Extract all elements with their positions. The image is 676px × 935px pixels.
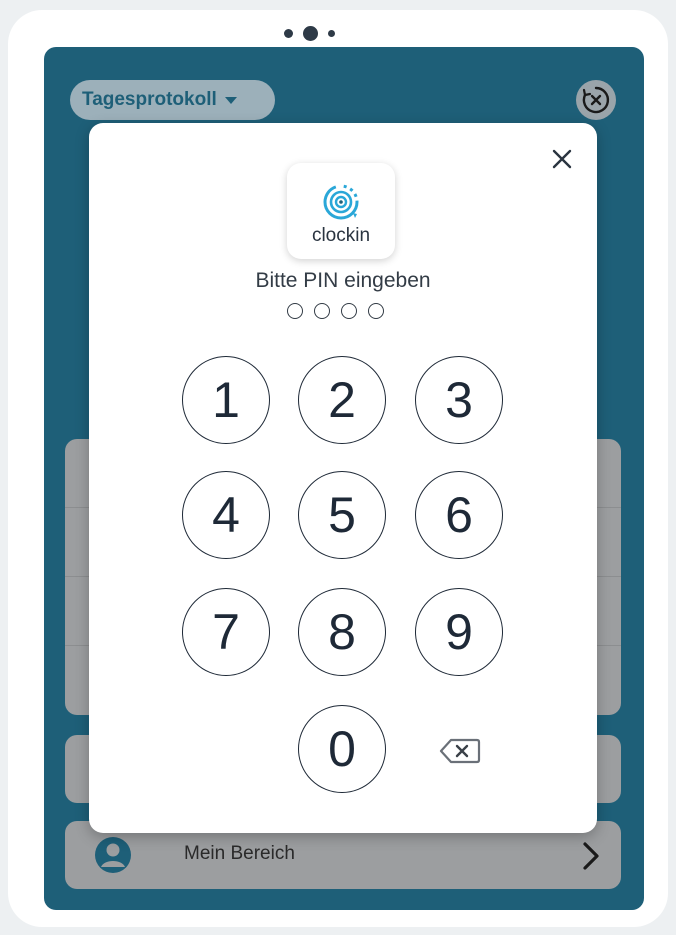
page-dot-active[interactable] bbox=[303, 25, 318, 41]
pin-dialog: clockin Bitte PIN eingeben 1 2 3 4 5 6 7… bbox=[89, 123, 597, 833]
timer-cancel-icon bbox=[582, 86, 610, 114]
report-type-label: Tagesprotokoll bbox=[82, 89, 217, 110]
backspace-icon[interactable] bbox=[438, 736, 482, 766]
pin-dot bbox=[287, 303, 303, 319]
key-9[interactable]: 9 bbox=[415, 588, 503, 676]
pin-prompt: Bitte PIN eingeben bbox=[255, 269, 431, 292]
clockin-logo-icon bbox=[323, 184, 359, 220]
key-8[interactable]: 8 bbox=[298, 588, 386, 676]
clockin-logo: clockin bbox=[287, 163, 395, 259]
page-indicator bbox=[284, 23, 335, 43]
timer-cancel-button[interactable] bbox=[576, 80, 616, 120]
key-7[interactable]: 7 bbox=[182, 588, 270, 676]
key-0[interactable]: 0 bbox=[298, 705, 386, 793]
chevron-right-icon bbox=[583, 842, 599, 870]
key-3[interactable]: 3 bbox=[415, 356, 503, 444]
report-type-dropdown[interactable]: Tagesprotokoll bbox=[70, 80, 275, 120]
key-6[interactable]: 6 bbox=[415, 471, 503, 559]
page-dot[interactable] bbox=[328, 29, 335, 37]
user-avatar-icon bbox=[95, 837, 131, 873]
caret-down-icon bbox=[224, 96, 237, 104]
my-area-label: Mein Bereich bbox=[184, 843, 295, 864]
pin-dot bbox=[314, 303, 330, 319]
page-dot[interactable] bbox=[284, 28, 293, 38]
pin-dot bbox=[341, 303, 357, 319]
pin-dot bbox=[368, 303, 384, 319]
key-4[interactable]: 4 bbox=[182, 471, 270, 559]
pin-indicator bbox=[287, 303, 384, 319]
logo-wordmark: clockin bbox=[311, 225, 371, 246]
key-2[interactable]: 2 bbox=[298, 356, 386, 444]
key-5[interactable]: 5 bbox=[298, 471, 386, 559]
close-icon[interactable] bbox=[550, 147, 574, 171]
key-1[interactable]: 1 bbox=[182, 356, 270, 444]
